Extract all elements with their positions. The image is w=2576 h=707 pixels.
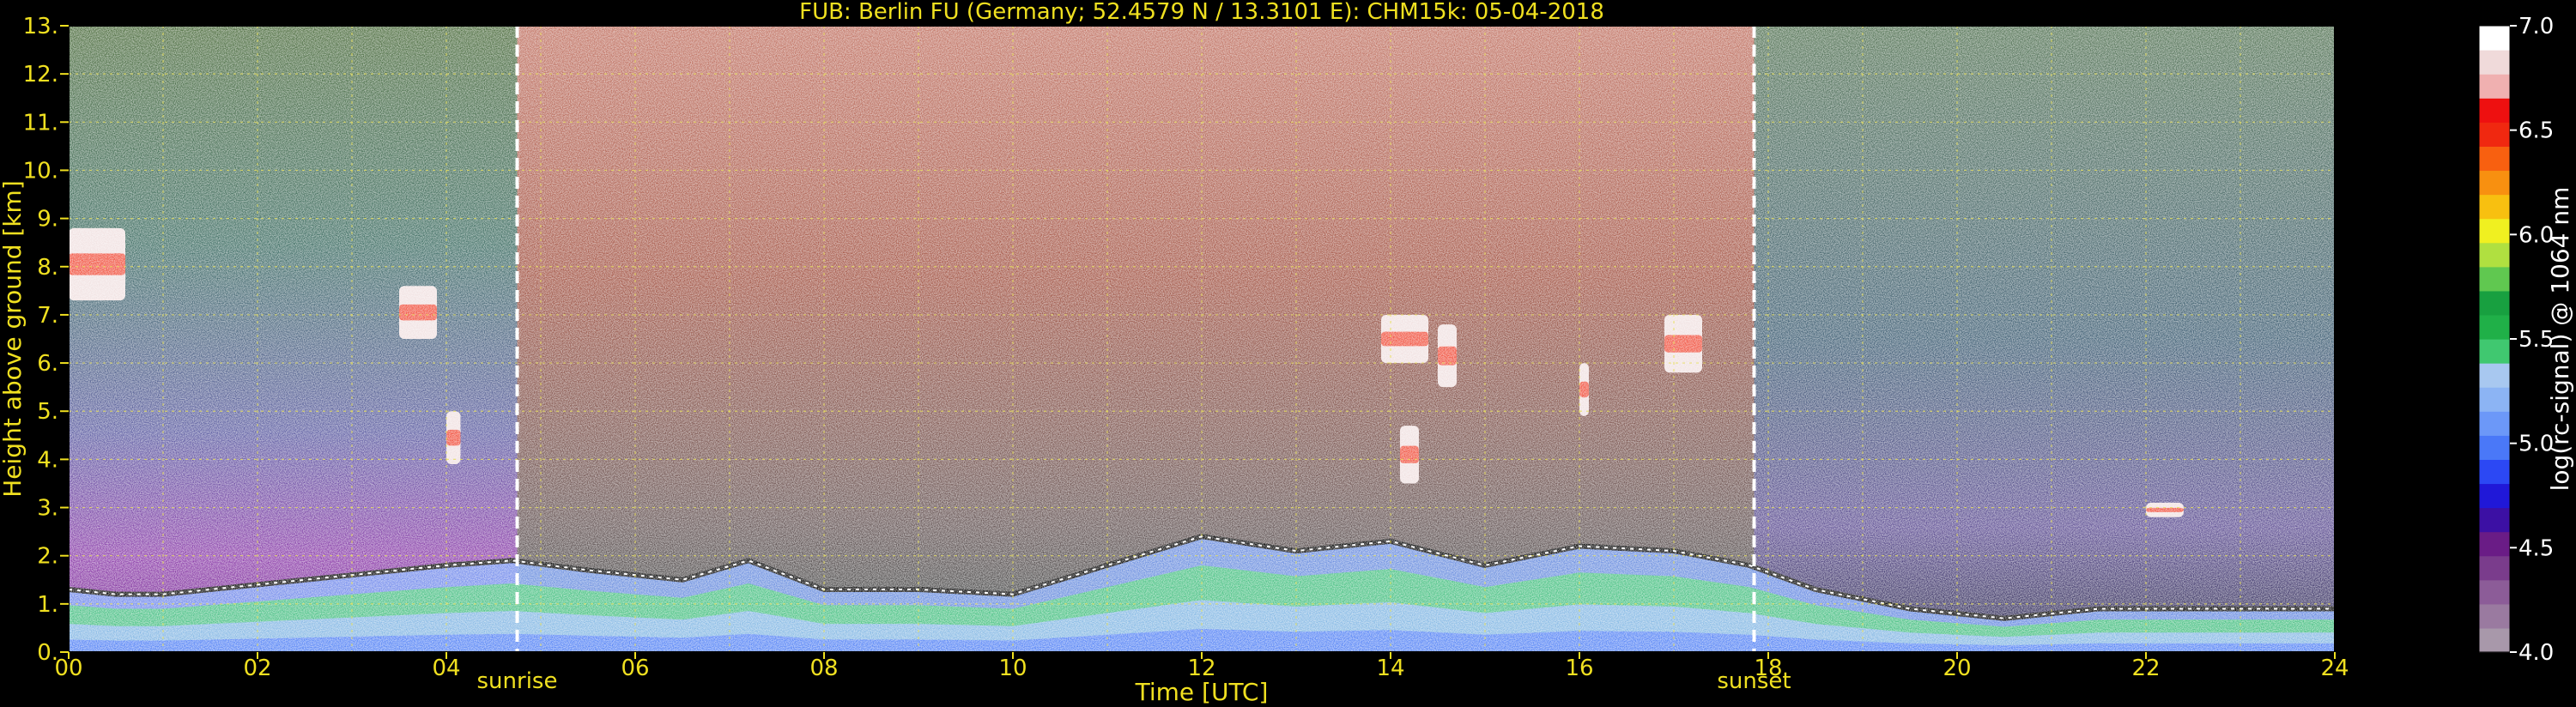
colorbar-swatch	[2479, 459, 2510, 485]
y-axis: 0.1.2.3.4.5.6.7.8.9.10.11.12.13.	[23, 14, 69, 666]
colorbar-swatch	[2479, 314, 2510, 340]
colorbar-label: log(rc-signal) @ 1064 nm	[2546, 187, 2574, 492]
colorbar-swatch	[2479, 411, 2510, 436]
colorbar-swatch	[2479, 627, 2510, 653]
colorbar-swatch	[2479, 50, 2510, 75]
colorbar-swatch	[2479, 194, 2510, 220]
x-tick-label: 20	[1943, 656, 1971, 681]
colorbar-tick-label: 4.5	[2518, 535, 2554, 561]
y-tick-label: 3.	[37, 496, 58, 522]
colorbar-swatch	[2479, 242, 2510, 268]
colorbar-tick-label: 6.5	[2518, 118, 2554, 144]
y-tick-label: 5.	[37, 399, 58, 425]
colorbar-swatch	[2479, 74, 2510, 99]
y-tick-label: 10.	[23, 158, 58, 184]
colorbar-swatch	[2479, 218, 2510, 244]
x-tick-label: 16	[1565, 656, 1593, 681]
y-tick-label: 8.	[37, 255, 58, 281]
y-tick-label: 2.	[37, 544, 58, 570]
colorbar-swatch	[2479, 579, 2510, 605]
chart-title: FUB: Berlin FU (Germany; 52.4579 N / 13.…	[799, 0, 1604, 25]
x-tick-label: 14	[1376, 656, 1404, 681]
colorbar-swatch	[2479, 363, 2510, 388]
ceilometer-chart: sunrise sunset 0.1.2.3.4.5.6.7.8.9.10.11.…	[0, 0, 2574, 706]
colorbar-swatch	[2479, 507, 2510, 533]
y-tick-label: 4.	[37, 447, 58, 473]
colorbar-swatch	[2479, 555, 2510, 581]
y-tick-label: 11.	[23, 110, 58, 136]
x-tick-label: 06	[621, 656, 649, 681]
y-tick-label: 9.	[37, 207, 58, 233]
colorbar-swatch	[2479, 170, 2510, 196]
x-tick-label: 02	[243, 656, 271, 681]
colorbar-swatch	[2479, 122, 2510, 147]
colorbar-swatch	[2479, 387, 2510, 412]
colorbar-swatch	[2479, 483, 2510, 509]
x-tick-label: 00	[54, 656, 82, 681]
x-tick-label: 18	[1754, 656, 1782, 681]
y-tick-label: 1.	[37, 592, 58, 618]
colorbar-swatch	[2479, 603, 2510, 629]
colorbar: 4.04.55.05.56.06.57.0	[2478, 14, 2554, 666]
signal-noise-overlay	[69, 26, 2335, 652]
y-tick-label: 7.	[37, 303, 58, 329]
colorbar-swatch	[2479, 290, 2510, 316]
colorbar-tick-label: 4.0	[2518, 640, 2554, 666]
x-tick-label: 10	[998, 656, 1027, 681]
y-tick-label: 6.	[37, 351, 58, 377]
colorbar-swatch	[2479, 266, 2510, 292]
x-axis: 00 02 04 06 08 10 12 14 16 18 20 22 24	[54, 652, 2349, 681]
event-label-sunrise: sunrise	[477, 668, 558, 694]
x-tick-label: 24	[2320, 656, 2349, 681]
colorbar-tick-label: 7.0	[2518, 14, 2554, 39]
x-tick-label: 22	[2131, 656, 2160, 681]
colorbar-swatch	[2479, 435, 2510, 460]
x-axis-label: Time [UTC]	[1135, 678, 1269, 706]
colorbar-swatch	[2479, 98, 2510, 123]
y-tick-label: 13.	[23, 14, 58, 39]
colorbar-swatch	[2479, 339, 2510, 364]
y-axis-label: Height above ground [km]	[0, 180, 27, 498]
colorbar-swatch	[2479, 531, 2510, 557]
x-tick-label: 08	[809, 656, 838, 681]
colorbar-swatch	[2479, 146, 2510, 172]
y-tick-label: 12.	[23, 62, 58, 88]
x-tick-label: 04	[432, 656, 460, 681]
colorbar-swatch	[2479, 26, 2510, 51]
